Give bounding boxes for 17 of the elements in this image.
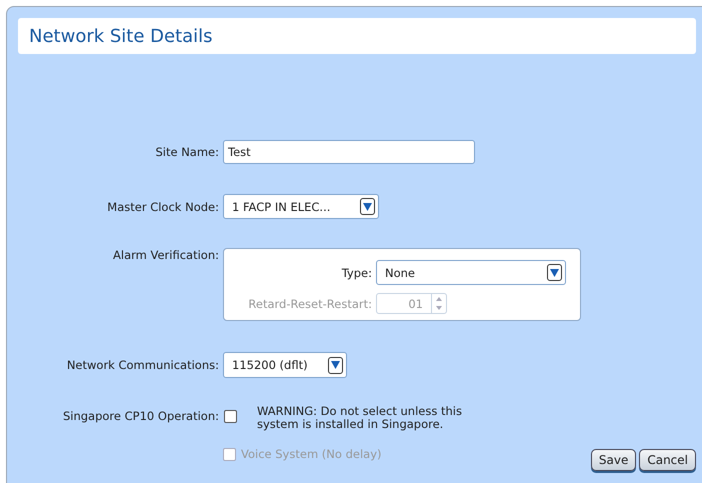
field-label: Alarm Verification:: [112, 248, 220, 262]
field-label: Master Clock Node:: [106, 200, 220, 214]
dialog-button[interactable]: Save: [590, 449, 636, 471]
page-title: Network Site Details: [18, 18, 696, 54]
site-name-field[interactable]: Test: [223, 140, 475, 164]
field-label: Retard-Reset-Restart:: [248, 296, 372, 310]
warning-text: WARNING: Do not select unless this system is installed in Singapore.: [257, 405, 463, 431]
checkbox-label: Voice System (No delay): [241, 447, 382, 461]
field-label: Network Communications:: [66, 358, 220, 372]
field-label: Site Name:: [154, 145, 220, 159]
network-communications-dropdown[interactable]: 115200 (dflt): [223, 352, 347, 378]
master-clock-dropdown[interactable]: 1 FACP IN ELEC...: [223, 194, 379, 219]
dialog-button[interactable]: Cancel: [639, 449, 696, 471]
type-dropdown[interactable]: None: [376, 260, 566, 285]
checkbox[interactable]: [224, 410, 237, 423]
field-label: Singapore CP10 Operation:: [62, 408, 220, 423]
field-label: Type:: [342, 266, 372, 280]
